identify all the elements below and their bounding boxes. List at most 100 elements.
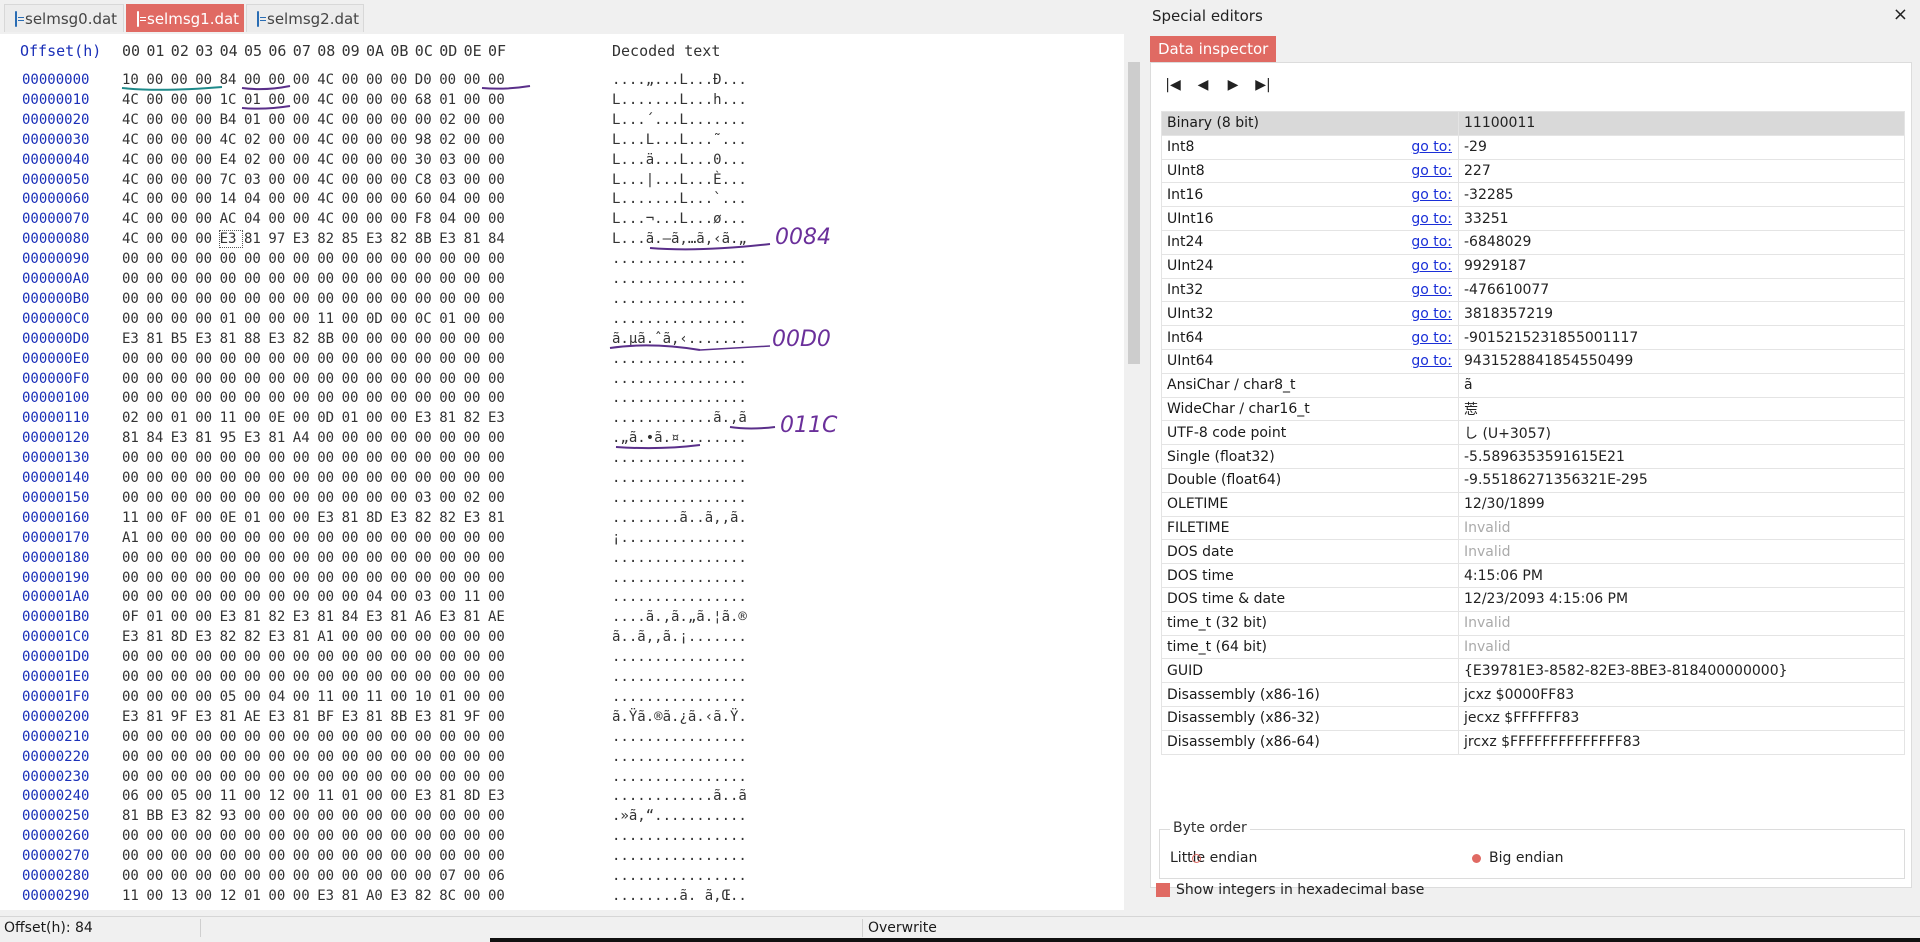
inspector-field-value[interactable]: Invalid <box>1458 634 1905 660</box>
hex-byte[interactable]: 00 <box>195 251 217 267</box>
hex-byte[interactable]: 00 <box>146 311 168 327</box>
hex-byte[interactable]: 00 <box>488 371 510 387</box>
hex-byte[interactable]: 00 <box>464 749 486 765</box>
hex-byte[interactable]: 00 <box>390 729 412 745</box>
hex-byte[interactable]: 00 <box>146 271 168 287</box>
hex-byte[interactable]: 4C <box>122 191 144 207</box>
hex-byte[interactable]: 00 <box>464 570 486 586</box>
goto-link[interactable]: go to: <box>1411 163 1452 179</box>
hex-byte[interactable]: 00 <box>366 351 388 367</box>
hex-byte[interactable]: 00 <box>268 371 290 387</box>
hex-byte[interactable]: 00 <box>390 172 412 188</box>
hex-byte[interactable]: AE <box>244 709 266 725</box>
hex-byte[interactable]: 81 <box>146 629 168 645</box>
hex-byte[interactable]: A1 <box>122 530 144 546</box>
hex-byte[interactable]: 00 <box>342 251 364 267</box>
hex-byte[interactable]: 00 <box>195 172 217 188</box>
hex-byte[interactable]: 00 <box>464 729 486 745</box>
hex-byte[interactable]: 00 <box>195 888 217 904</box>
hex-byte[interactable]: 00 <box>146 152 168 168</box>
hex-byte[interactable]: 00 <box>195 211 217 227</box>
hex-byte[interactable]: B4 <box>220 112 242 128</box>
hex-byte[interactable]: 00 <box>268 271 290 287</box>
goto-link[interactable]: go to: <box>1411 353 1452 369</box>
hex-byte[interactable]: 04 <box>268 689 290 705</box>
hex-byte[interactable]: 00 <box>390 112 412 128</box>
inspector-row[interactable]: WideChar / char16_t 莣 <box>1161 396 1905 422</box>
inspector-row[interactable]: UInt16 go to: 33251 <box>1161 206 1905 231</box>
hex-byte[interactable]: 00 <box>171 112 193 128</box>
hex-byte[interactable]: 00 <box>317 390 339 406</box>
hex-byte[interactable]: 00 <box>293 729 315 745</box>
hex-byte[interactable]: 00 <box>488 152 510 168</box>
hex-byte[interactable]: 00 <box>146 868 168 884</box>
hex-byte[interactable]: 4C <box>317 112 339 128</box>
hex-byte[interactable]: E3 <box>366 231 388 247</box>
hex-byte[interactable]: 0D <box>366 311 388 327</box>
hex-byte[interactable]: 00 <box>171 371 193 387</box>
hex-byte[interactable]: 00 <box>293 132 315 148</box>
inspector-row[interactable]: UInt64 go to: 9431528841854550499 <box>1161 348 1905 374</box>
hex-byte[interactable]: 00 <box>268 848 290 864</box>
hex-byte[interactable]: 00 <box>195 609 217 625</box>
hex-byte[interactable]: 00 <box>146 112 168 128</box>
hex-byte[interactable]: 00 <box>122 450 144 466</box>
inspector-row[interactable]: Int8 go to: -29 <box>1161 134 1905 160</box>
hex-byte[interactable]: 00 <box>342 589 364 605</box>
hex-byte[interactable]: 04 <box>244 191 266 207</box>
previous-icon[interactable]: ◀ <box>1193 75 1213 95</box>
inspector-field-value[interactable]: -9015215231855001117 <box>1458 325 1905 350</box>
hex-byte[interactable]: 00 <box>293 769 315 785</box>
hex-byte[interactable]: 00 <box>293 749 315 765</box>
hex-byte[interactable]: 02 <box>439 132 461 148</box>
hex-byte[interactable]: 81 <box>464 231 486 247</box>
hex-byte[interactable]: 00 <box>488 112 510 128</box>
inspector-field-value[interactable]: -32285 <box>1458 182 1905 208</box>
hex-byte[interactable]: 02 <box>244 152 266 168</box>
hex-byte[interactable]: 00 <box>366 291 388 307</box>
hex-byte[interactable]: 8B <box>317 331 339 347</box>
goto-link[interactable]: go to: <box>1411 187 1452 203</box>
scrollbar-thumb[interactable] <box>1128 62 1140 364</box>
hex-byte[interactable]: 00 <box>146 191 168 207</box>
inspector-row[interactable]: DOS date Invalid <box>1161 539 1905 565</box>
hex-byte[interactable]: 00 <box>122 251 144 267</box>
hex-byte[interactable]: 00 <box>293 649 315 665</box>
hex-byte[interactable]: 00 <box>244 311 266 327</box>
hex-byte[interactable]: 00 <box>244 808 266 824</box>
hex-byte[interactable]: 00 <box>122 868 144 884</box>
hex-byte[interactable]: 00 <box>220 828 242 844</box>
hex-byte[interactable]: 00 <box>122 311 144 327</box>
hex-byte[interactable]: 00 <box>268 390 290 406</box>
hex-byte[interactable]: 00 <box>390 570 412 586</box>
hex-byte[interactable]: 00 <box>268 550 290 566</box>
hex-byte[interactable]: 00 <box>244 749 266 765</box>
hex-byte[interactable]: 00 <box>146 410 168 426</box>
hex-byte[interactable]: 00 <box>366 769 388 785</box>
hex-byte[interactable]: E3 <box>220 609 242 625</box>
hex-byte[interactable]: 00 <box>464 112 486 128</box>
hex-byte[interactable]: 13 <box>171 888 193 904</box>
hex-byte[interactable]: 00 <box>146 689 168 705</box>
hex-byte[interactable]: 00 <box>317 848 339 864</box>
hex-byte[interactable]: 00 <box>293 191 315 207</box>
hex-byte[interactable]: 00 <box>171 152 193 168</box>
hex-byte[interactable]: 00 <box>195 72 217 88</box>
inspector-field-value[interactable]: ã <box>1458 372 1905 398</box>
hex-byte[interactable]: 00 <box>268 450 290 466</box>
hex-byte[interactable]: 00 <box>244 72 266 88</box>
hex-byte[interactable]: 00 <box>415 550 437 566</box>
hex-byte[interactable]: 00 <box>171 669 193 685</box>
hex-byte[interactable]: 00 <box>390 291 412 307</box>
hex-byte[interactable]: 00 <box>439 351 461 367</box>
hex-byte[interactable]: 00 <box>171 769 193 785</box>
hex-byte[interactable]: 00 <box>390 311 412 327</box>
hex-byte[interactable]: 00 <box>342 371 364 387</box>
hex-byte[interactable]: 00 <box>342 470 364 486</box>
hex-byte[interactable]: 00 <box>415 848 437 864</box>
hex-byte[interactable]: 00 <box>415 530 437 546</box>
inspector-field-value[interactable]: -29 <box>1458 134 1905 160</box>
hex-byte[interactable]: 1C <box>220 92 242 108</box>
hex-byte[interactable]: 81 <box>390 609 412 625</box>
inspector-field-value[interactable]: jcxz $0000FF83 <box>1458 682 1905 707</box>
